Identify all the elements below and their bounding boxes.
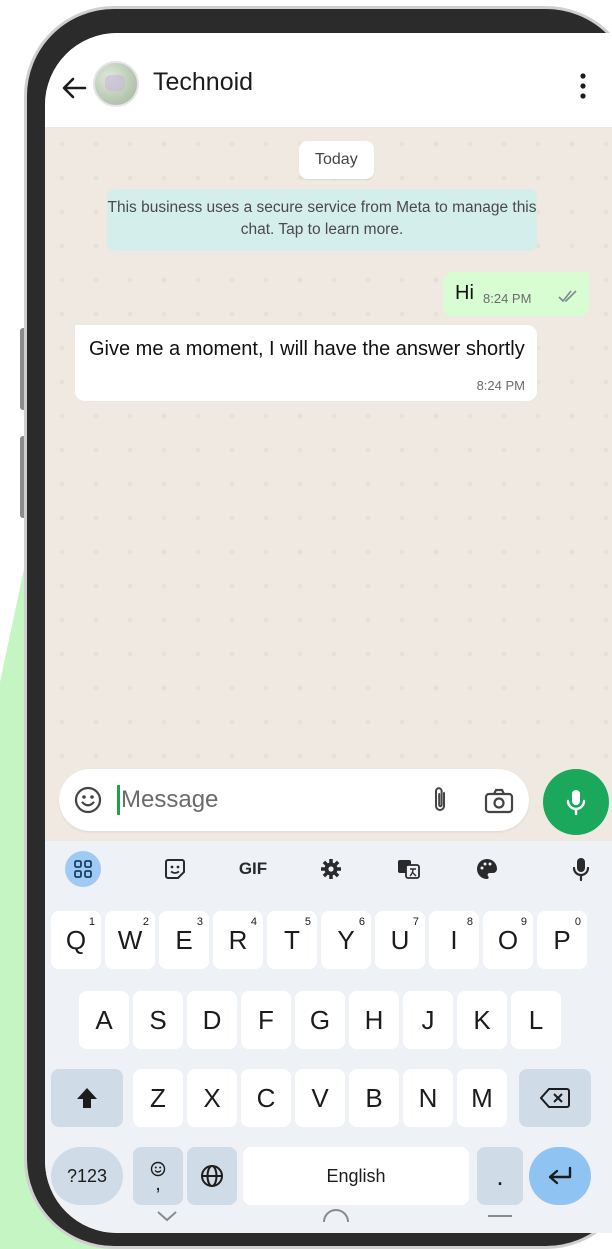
language-key[interactable] bbox=[187, 1147, 237, 1205]
keyboard-toolbar: GIF bbox=[45, 841, 612, 897]
text-cursor bbox=[117, 785, 120, 815]
palette-icon[interactable] bbox=[469, 851, 505, 887]
shift-key[interactable] bbox=[51, 1069, 123, 1127]
key-o[interactable]: O9 bbox=[483, 911, 533, 969]
space-bar[interactable]: English bbox=[243, 1147, 469, 1205]
shift-arrow-icon bbox=[77, 1088, 97, 1108]
contact-name[interactable]: Technoid bbox=[153, 68, 253, 97]
key-v[interactable]: V bbox=[295, 1069, 345, 1127]
period-key[interactable]: . bbox=[477, 1147, 523, 1205]
nav-home-icon[interactable] bbox=[321, 1209, 351, 1223]
key-y[interactable]: Y6 bbox=[321, 911, 371, 969]
globe-icon bbox=[201, 1165, 223, 1187]
key-a[interactable]: A bbox=[79, 991, 129, 1049]
symbols-key[interactable]: ?123 bbox=[51, 1147, 123, 1205]
key-f[interactable]: F bbox=[241, 991, 291, 1049]
outgoing-message[interactable]: Hi 8:24 PM bbox=[443, 272, 589, 316]
mic-icon bbox=[566, 790, 586, 816]
key-x[interactable]: X bbox=[187, 1069, 237, 1127]
keyboard-mic-icon[interactable] bbox=[563, 851, 599, 887]
camera-icon[interactable] bbox=[483, 787, 515, 815]
voice-message-button[interactable] bbox=[543, 769, 609, 835]
emoji-comma-key[interactable]: , bbox=[133, 1147, 183, 1205]
key-q[interactable]: Q1 bbox=[51, 911, 101, 969]
key-g[interactable]: G bbox=[295, 991, 345, 1049]
key-i[interactable]: I8 bbox=[429, 911, 479, 969]
key-k[interactable]: K bbox=[457, 991, 507, 1049]
on-screen-keyboard: GIF Q1 W2 E3 R 4 T 5 Y 6 U 7 I 8 O 9 P 0… bbox=[45, 841, 612, 1233]
key-l[interactable]: L bbox=[511, 991, 561, 1049]
read-receipt-icon bbox=[558, 290, 577, 303]
page: Technoid Today This business uses a secu… bbox=[0, 0, 612, 1249]
key-p[interactable]: P0 bbox=[537, 911, 587, 969]
emoji-icon[interactable] bbox=[73, 785, 103, 815]
contact-avatar[interactable] bbox=[93, 61, 139, 107]
phone-screen: Technoid Today This business uses a secu… bbox=[45, 33, 612, 1233]
key-n[interactable]: N bbox=[403, 1069, 453, 1127]
message-text: Give me a moment, I will have the answer… bbox=[89, 338, 525, 360]
message-time: 8:24 PM bbox=[483, 291, 532, 306]
gear-icon[interactable] bbox=[313, 851, 349, 887]
system-nav-bar bbox=[45, 1209, 612, 1233]
enter-key[interactable] bbox=[529, 1147, 591, 1205]
translate-icon[interactable] bbox=[391, 851, 427, 887]
gif-button[interactable]: GIF bbox=[235, 851, 271, 887]
incoming-message[interactable]: Give me a moment, I will have the answer… bbox=[75, 325, 537, 401]
nav-recents-icon[interactable] bbox=[485, 1209, 515, 1223]
phone-frame: Technoid Today This business uses a secu… bbox=[24, 6, 612, 1249]
key-u[interactable]: U7 bbox=[375, 911, 425, 969]
back-arrow-icon[interactable] bbox=[59, 73, 89, 103]
key-d[interactable]: D bbox=[187, 991, 237, 1049]
message-input[interactable] bbox=[121, 779, 401, 821]
message-time: 8:24 PM bbox=[476, 378, 525, 393]
more-options-icon[interactable] bbox=[577, 71, 589, 101]
message-text: Hi bbox=[455, 282, 474, 304]
backspace-key[interactable] bbox=[519, 1069, 591, 1127]
key-e[interactable]: E3 bbox=[159, 911, 209, 969]
sticker-icon[interactable] bbox=[157, 851, 193, 887]
date-divider: Today bbox=[299, 141, 374, 179]
enter-icon bbox=[548, 1166, 572, 1185]
backspace-icon bbox=[540, 1088, 570, 1108]
nav-back-icon[interactable] bbox=[155, 1209, 179, 1223]
message-composer bbox=[59, 769, 529, 831]
key-b[interactable]: B bbox=[349, 1069, 399, 1127]
key-w[interactable]: W2 bbox=[105, 911, 155, 969]
attach-icon[interactable] bbox=[431, 785, 451, 815]
chat-thread: Today This business uses a secure servic… bbox=[45, 127, 612, 777]
key-s[interactable]: S bbox=[133, 991, 183, 1049]
business-security-notice[interactable]: This business uses a secure service from… bbox=[107, 189, 537, 251]
apps-icon[interactable] bbox=[65, 851, 101, 887]
key-m[interactable]: M bbox=[457, 1069, 507, 1127]
key-t[interactable]: T5 bbox=[267, 911, 317, 969]
key-r[interactable]: R4 bbox=[213, 911, 263, 969]
key-z[interactable]: Z bbox=[133, 1069, 183, 1127]
key-h[interactable]: H bbox=[349, 991, 399, 1049]
key-j[interactable]: J bbox=[403, 991, 453, 1049]
key-c[interactable]: C bbox=[241, 1069, 291, 1127]
chat-header: Technoid bbox=[45, 33, 612, 127]
